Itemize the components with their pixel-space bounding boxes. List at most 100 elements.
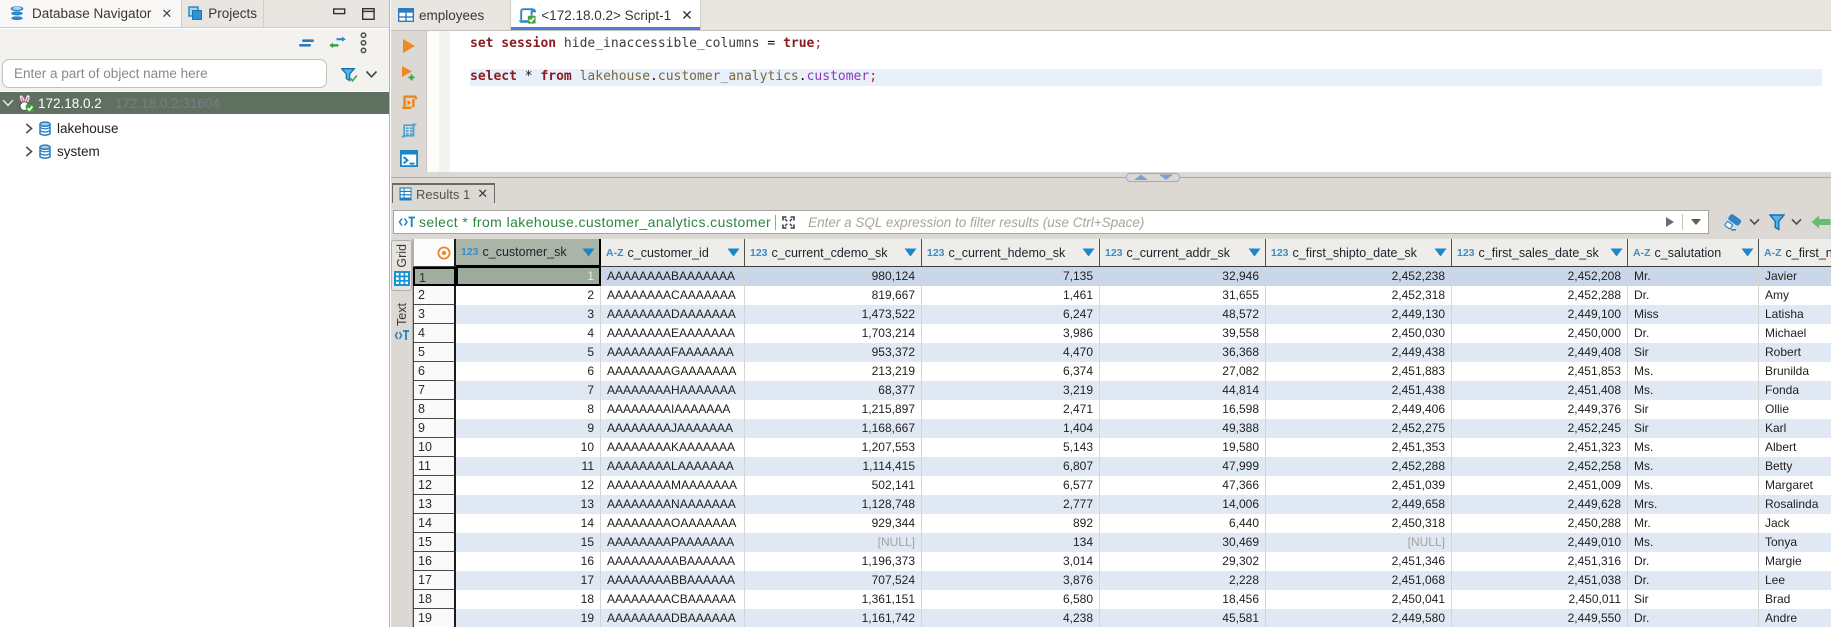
filter-history-icon[interactable]	[1690, 218, 1702, 226]
cell-c_current_addr_sk[interactable]: 47,366	[1100, 476, 1266, 495]
row-header[interactable]: 10	[413, 438, 456, 457]
cell-c_current_hdemo_sk[interactable]: 2,777	[922, 495, 1100, 514]
column-header-c_customer_id[interactable]: A-Zc_customer_id	[601, 239, 745, 267]
cell-c_salutation[interactable]: Mr.	[1628, 267, 1759, 286]
row-header[interactable]: 9	[413, 419, 456, 438]
cell-c_first_sales_date_sk[interactable]: 2,451,323	[1452, 438, 1628, 457]
cell-c_customer_id[interactable]: AAAAAAAAEAAAAAAA	[601, 324, 745, 343]
cell-c_customer_sk[interactable]: 9	[456, 419, 601, 438]
expand-filter-icon[interactable]	[781, 215, 796, 230]
cell-c_first_sales_date_sk[interactable]: 2,450,011	[1452, 590, 1628, 609]
row-header[interactable]: 7	[413, 381, 456, 400]
cell-c_current_addr_sk[interactable]: 48,572	[1100, 305, 1266, 324]
cell-c_first_name[interactable]: Fonda	[1759, 381, 1831, 400]
sash-up-icon[interactable]	[1133, 174, 1149, 181]
cell-c_customer_id[interactable]: AAAAAAAAJAAAAAAA	[601, 419, 745, 438]
cell-c_current_addr_sk[interactable]: 45,581	[1100, 609, 1266, 627]
cell-c_first_sales_date_sk[interactable]: 2,452,258	[1452, 457, 1628, 476]
cell-c_first_name[interactable]: Latisha	[1759, 305, 1831, 324]
cell-c_customer_sk[interactable]: 15	[456, 533, 601, 552]
cell-c_salutation[interactable]: Ms.	[1628, 362, 1759, 381]
tree-item-connection[interactable]: 172.18.0.2 172.18.0.2:31604	[0, 92, 389, 114]
cell-c_current_hdemo_sk[interactable]: 6,374	[922, 362, 1100, 381]
cell-c_first_name[interactable]: Betty	[1759, 457, 1831, 476]
row-header[interactable]: 1	[413, 267, 456, 286]
column-filter-arrow-icon[interactable]	[1741, 248, 1754, 257]
cell-c_current_cdemo_sk[interactable]: 929,344	[745, 514, 922, 533]
tree-item-system[interactable]: system	[0, 140, 389, 163]
cell-c_current_cdemo_sk[interactable]: 68,377	[745, 381, 922, 400]
cell-c_current_addr_sk[interactable]: 18,456	[1100, 590, 1266, 609]
cell-c_first_name[interactable]: Brunilda	[1759, 362, 1831, 381]
cell-c_first_sales_date_sk[interactable]: 2,450,288	[1452, 514, 1628, 533]
cell-c_first_sales_date_sk[interactable]: 2,450,000	[1452, 324, 1628, 343]
row-header[interactable]: 3	[413, 305, 456, 324]
cell-c_salutation[interactable]: Ms.	[1628, 533, 1759, 552]
cell-c_first_name[interactable]: Brad	[1759, 590, 1831, 609]
cell-c_current_cdemo_sk[interactable]: 980,124	[745, 267, 922, 286]
row-header[interactable]: 2	[413, 286, 456, 305]
cell-c_first_name[interactable]: Karl	[1759, 419, 1831, 438]
cell-c_first_name[interactable]: Robert	[1759, 343, 1831, 362]
cell-c_first_name[interactable]: Andre	[1759, 609, 1831, 627]
cell-c_salutation[interactable]: Ms.	[1628, 438, 1759, 457]
cell-c_current_addr_sk[interactable]: 27,082	[1100, 362, 1266, 381]
cell-c_customer_sk[interactable]: 2	[456, 286, 601, 305]
cell-c_first_shipto_date_sk[interactable]: 2,450,041	[1266, 590, 1452, 609]
cell-c_first_shipto_date_sk[interactable]: 2,450,030	[1266, 324, 1452, 343]
cell-c_salutation[interactable]: Dr.	[1628, 609, 1759, 627]
execute-script-icon[interactable]	[400, 93, 418, 111]
cell-c_current_cdemo_sk[interactable]: 1,207,553	[745, 438, 922, 457]
cell-c_first_sales_date_sk[interactable]: 2,449,550	[1452, 609, 1628, 627]
column-header-c_customer_sk[interactable]: 123c_customer_sk	[456, 239, 601, 267]
column-filter-arrow-icon[interactable]	[1248, 248, 1261, 257]
cell-c_customer_sk[interactable]: 1	[456, 267, 601, 286]
cell-c_first_shipto_date_sk[interactable]: [NULL]	[1266, 533, 1452, 552]
row-header[interactable]: 17	[413, 571, 456, 590]
cell-c_salutation[interactable]: Sir	[1628, 400, 1759, 419]
cell-c_customer_sk[interactable]: 11	[456, 457, 601, 476]
cell-c_customer_sk[interactable]: 3	[456, 305, 601, 324]
column-header-c_first_name[interactable]: A-Zc_first_name	[1759, 239, 1831, 267]
code-line[interactable]: select * from lakehouse.customer_analyti…	[470, 69, 1822, 86]
cell-c_first_shipto_date_sk[interactable]: 2,449,438	[1266, 343, 1452, 362]
cell-c_first_name[interactable]: Ollie	[1759, 400, 1831, 419]
column-filter-arrow-icon[interactable]	[1434, 248, 1447, 257]
cell-c_customer_sk[interactable]: 8	[456, 400, 601, 419]
cell-c_first_sales_date_sk[interactable]: 2,449,010	[1452, 533, 1628, 552]
apply-filter-icon[interactable]	[1665, 216, 1675, 228]
close-icon[interactable]: ✕	[477, 186, 488, 202]
cell-c_current_addr_sk[interactable]: 6,440	[1100, 514, 1266, 533]
cell-c_first_name[interactable]: Lee	[1759, 571, 1831, 590]
cell-c_salutation[interactable]: Mr.	[1628, 514, 1759, 533]
cell-c_current_hdemo_sk[interactable]: 1,461	[922, 286, 1100, 305]
cell-c_customer_id[interactable]: AAAAAAAAGAAAAAAA	[601, 362, 745, 381]
cell-c_customer_sk[interactable]: 17	[456, 571, 601, 590]
cell-c_customer_id[interactable]: AAAAAAAAMAAAAAAA	[601, 476, 745, 495]
column-filter-arrow-icon[interactable]	[1082, 248, 1095, 257]
cell-c_first_sales_date_sk[interactable]: 2,451,009	[1452, 476, 1628, 495]
code-line[interactable]	[470, 53, 1831, 70]
execute-new-tab-icon[interactable]	[400, 65, 417, 82]
row-header[interactable]: 12	[413, 476, 456, 495]
cell-c_current_cdemo_sk[interactable]: 1,196,373	[745, 552, 922, 571]
cell-c_current_addr_sk[interactable]: 44,814	[1100, 381, 1266, 400]
filters-funnel-icon[interactable]	[1769, 214, 1785, 231]
row-header[interactable]: 13	[413, 495, 456, 514]
cell-c_customer_id[interactable]: AAAAAAAACAAAAAAA	[601, 286, 745, 305]
cell-c_current_hdemo_sk[interactable]: 3,014	[922, 552, 1100, 571]
row-header[interactable]: 14	[413, 514, 456, 533]
cell-c_customer_id[interactable]: AAAAAAAANAAAAAAA	[601, 495, 745, 514]
cell-c_customer_id[interactable]: AAAAAAAAKAAAAAAA	[601, 438, 745, 457]
cell-c_current_cdemo_sk[interactable]: 1,703,214	[745, 324, 922, 343]
clear-filter-icon[interactable]	[1724, 214, 1743, 231]
cell-c_first_shipto_date_sk[interactable]: 2,452,288	[1266, 457, 1452, 476]
cell-c_first_shipto_date_sk[interactable]: 2,451,346	[1266, 552, 1452, 571]
cell-c_customer_id[interactable]: AAAAAAAABAAAAAAA	[601, 267, 745, 286]
cell-c_current_hdemo_sk[interactable]: 3,219	[922, 381, 1100, 400]
cell-c_salutation[interactable]: Miss	[1628, 305, 1759, 324]
column-filter-arrow-icon[interactable]	[904, 248, 917, 257]
cell-c_first_name[interactable]: Amy	[1759, 286, 1831, 305]
cell-c_current_cdemo_sk[interactable]: 1,114,415	[745, 457, 922, 476]
cell-c_customer_sk[interactable]: 19	[456, 609, 601, 627]
